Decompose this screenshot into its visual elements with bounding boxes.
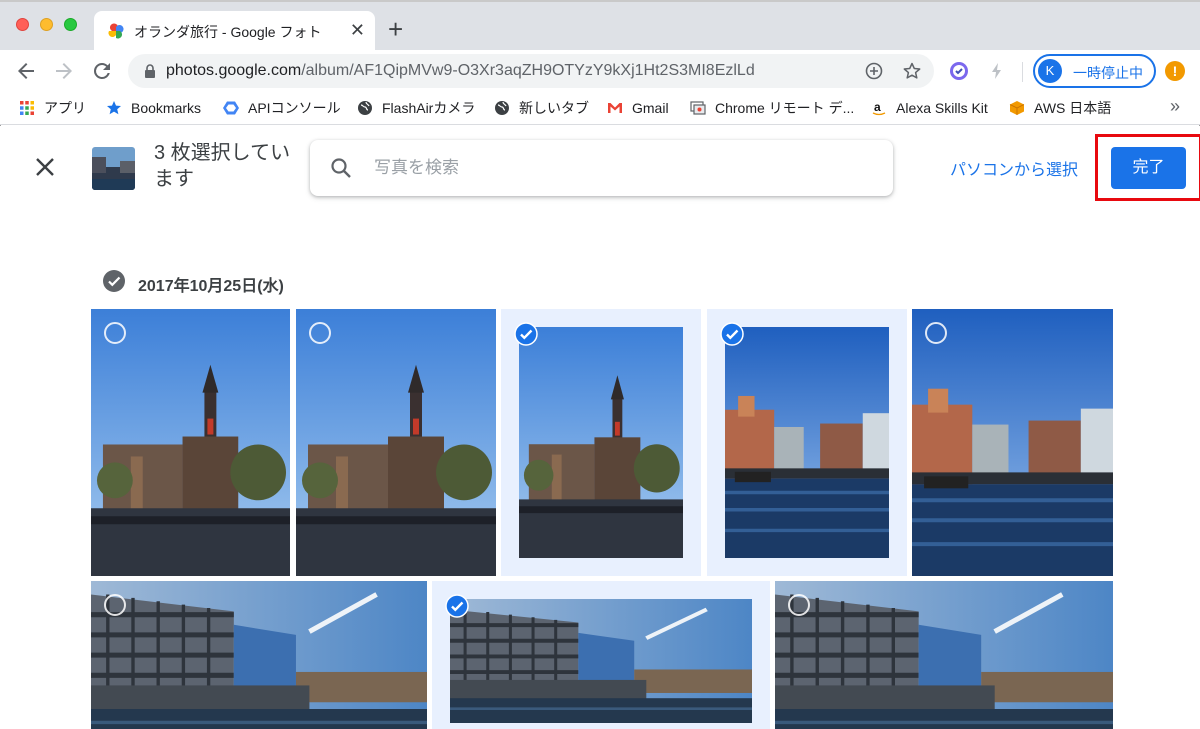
date-heading: 2017年10月25日(水) [138,278,284,295]
address-bar[interactable]: photos.google.com/album/AF1QipMVw9-O3Xr3… [128,54,934,88]
bookmark-label: APIコンソール [248,100,341,116]
window-minimize-button[interactable] [40,18,53,31]
select-all-check-icon[interactable] [102,269,126,293]
profile-button[interactable]: K 一時停止中 [1033,54,1156,88]
back-arrow-icon[interactable] [14,59,38,83]
svg-text:a: a [874,100,881,114]
search-input[interactable] [374,153,874,183]
photo-tile[interactable] [912,309,1113,576]
bookmark-star-icon[interactable] [902,61,922,81]
select-circle-icon[interactable] [104,322,126,344]
close-icon[interactable] [34,156,56,178]
photo-thumbnail [91,309,290,576]
profile-status-label: 一時停止中 [1073,65,1143,81]
bookmark-bookmarks[interactable]: Bookmarks [106,99,201,117]
bookmark-label: 新しいタブ [519,100,589,116]
forward-arrow-icon[interactable] [52,59,76,83]
bookmarks-overflow-chevron-icon[interactable]: » [1170,96,1180,117]
bookmark-apps[interactable]: アプリ [19,99,86,117]
selected-check-icon[interactable] [720,322,744,346]
window-zoom-button[interactable] [64,18,77,31]
update-alert-icon[interactable]: ! [1165,61,1185,81]
bookmark-label: Alexa Skills Kit [896,100,988,116]
aws-cube-icon [1009,101,1025,115]
bookmark-new-tab[interactable]: 新しいタブ [494,99,589,117]
bookmark-label: アプリ [44,100,86,116]
photo-thumbnail [912,309,1113,576]
photo-tile[interactable] [91,581,427,729]
select-circle-icon[interactable] [309,322,331,344]
tab-strip: オランダ旅行 - Google フォト ✕ + [0,0,1200,52]
photo-tile[interactable] [501,309,701,576]
bookmark-chrome-remote[interactable]: Chrome リモート デ... [690,99,854,117]
photo-thumbnail [296,309,496,576]
select-circle-icon[interactable] [788,594,810,616]
photo-thumbnail [91,581,427,729]
bookmark-label: FlashAirカメラ [382,100,476,116]
selection-thumbnail [92,147,135,190]
photo-tile[interactable] [775,581,1113,729]
google-photos-icon [108,23,124,39]
photo-tile[interactable] [296,309,496,576]
photo-tile[interactable] [432,581,770,729]
selected-check-icon[interactable] [445,594,469,618]
bookmarks-bar: アプリ Bookmarks APIコンソール FlashAirカメラ 新しいタブ… [0,92,1200,125]
browser-toolbar: photos.google.com/album/AF1QipMVw9-O3Xr3… [0,50,1200,92]
url-text: photos.google.com/album/AF1QipMVw9-O3Xr3… [166,62,755,79]
photo-thumbnail [450,599,752,723]
done-button[interactable]: 完了 [1111,147,1186,189]
select-circle-icon[interactable] [925,322,947,344]
api-hexagon-icon [223,101,239,115]
photo-thumbnail [775,581,1113,729]
toolbar-divider [1022,62,1023,82]
lightning-icon[interactable] [987,61,1007,81]
window-close-button[interactable] [16,18,29,31]
search-bar[interactable] [310,140,893,196]
star-icon [107,101,121,115]
lock-icon [145,64,155,78]
bookmark-gmail[interactable]: Gmail [607,99,669,117]
tab-close-icon[interactable]: ✕ [350,20,365,40]
photo-tile[interactable] [707,309,907,576]
bookmark-label: Gmail [632,100,669,116]
photo-thumbnail [725,327,889,558]
globe-icon [358,101,372,115]
bookmark-api-console[interactable]: APIコンソール [223,99,341,117]
bookmark-flashair[interactable]: FlashAirカメラ [357,99,475,117]
bookmark-label: AWS 日本語 [1034,100,1112,116]
selected-check-icon[interactable] [514,322,538,346]
zoom-plus-icon[interactable] [864,61,884,81]
chrome-remote-icon [690,101,706,115]
bookmark-alexa-skills-kit[interactable]: a Alexa Skills Kit [871,99,988,117]
gmail-icon [608,103,622,113]
tab-title: オランダ旅行 - Google フォト [134,24,322,40]
photo-picker: 3 枚選択しています パソコンから選択 完了 2017年10月25日(水) [0,126,1200,729]
bookmark-aws[interactable]: AWS 日本語 [1009,99,1111,117]
apps-grid-icon [20,101,34,115]
photo-tile[interactable] [91,309,290,576]
reload-icon[interactable] [90,59,114,83]
select-from-computer-link[interactable]: パソコンから選択 [950,156,1078,180]
photo-thumbnail [519,327,683,558]
globe-icon [495,101,509,115]
search-icon[interactable] [330,157,352,179]
selected-count-label: 3 枚選択しています [154,142,291,190]
bookmark-label: Bookmarks [131,100,202,116]
select-circle-icon[interactable] [104,594,126,616]
amazon-icon: a [872,100,886,116]
new-tab-button[interactable]: + [388,16,403,42]
extension-check-icon[interactable] [949,61,969,81]
bookmark-label: Chrome リモート デ... [715,100,855,116]
avatar: K [1038,59,1062,83]
tab-google-photos[interactable]: オランダ旅行 - Google フォト ✕ [94,11,375,52]
